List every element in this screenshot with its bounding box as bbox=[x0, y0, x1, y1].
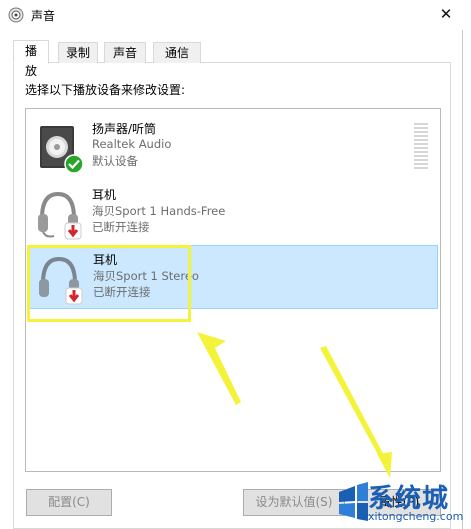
window-title: 声音 bbox=[31, 9, 56, 23]
device-name: 耳机 bbox=[92, 188, 117, 202]
device-driver: 海贝Sport 1 Hands-Free bbox=[92, 204, 226, 218]
close-icon: ✕ bbox=[439, 5, 453, 23]
watermark-url: xitongcheng.com bbox=[368, 510, 464, 523]
close-button[interactable]: ✕ bbox=[431, 0, 461, 28]
device-driver: Realtek Audio bbox=[92, 137, 172, 151]
configure-button[interactable]: 配置(C) bbox=[26, 489, 112, 516]
device-status: 已断开连接 bbox=[92, 220, 150, 234]
background-window-edge bbox=[463, 0, 471, 529]
tab-sounds[interactable]: 声音 bbox=[104, 42, 146, 63]
device-status: 默认设备 bbox=[92, 154, 138, 168]
set-default-button[interactable]: 设为默认值(S) bbox=[243, 489, 345, 516]
tab-communications[interactable]: 通信 bbox=[153, 42, 201, 63]
tab-playback[interactable]: 播放 bbox=[13, 40, 49, 78]
volume-level-meter bbox=[414, 123, 428, 171]
device-item-speaker[interactable]: 扬声器/听筒 Realtek Audio 默认设备 bbox=[28, 115, 438, 179]
default-check-icon bbox=[64, 154, 84, 174]
instruction-text: 选择以下播放设备来修改设置: bbox=[25, 83, 186, 97]
disconnected-arrow-icon bbox=[64, 222, 82, 240]
device-item-headphones-handsfree[interactable]: 耳机 海贝Sport 1 Hands-Free 已断开连接 bbox=[28, 181, 438, 245]
annotation-highlight-device bbox=[27, 245, 191, 322]
title-bar: 声音 ✕ bbox=[0, 0, 463, 30]
device-name: 扬声器/听筒 bbox=[92, 122, 157, 136]
tab-recording[interactable]: 录制 bbox=[58, 42, 98, 63]
speaker-title-icon bbox=[8, 7, 24, 23]
sound-dialog: 声音 ✕ 播放 录制 声音 通信 选择以下播放设备来修改设置: 扬声器/听筒 R… bbox=[0, 0, 463, 529]
